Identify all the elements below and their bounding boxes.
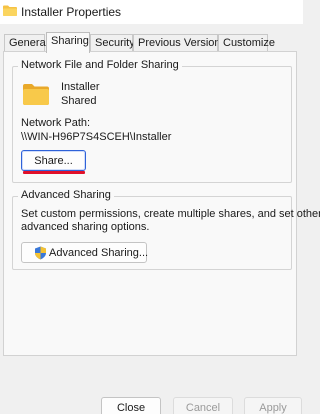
network-path-value: \\WIN-H96P7S4SCEH\Installer xyxy=(21,131,172,143)
advanced-sharing-description-line2: advanced sharing options. xyxy=(21,221,150,233)
advanced-sharing-legend: Advanced Sharing xyxy=(18,189,114,201)
window-title: Installer Properties xyxy=(21,5,122,19)
network-sharing-legend: Network File and Folder Sharing xyxy=(18,59,182,71)
advanced-sharing-description-line1: Set custom permissions, create multiple … xyxy=(21,208,320,220)
shared-folder-status: Shared xyxy=(61,95,97,107)
folder-icon xyxy=(3,5,17,16)
cancel-button[interactable]: Cancel xyxy=(173,397,233,414)
share-button[interactable]: Share... xyxy=(21,150,86,171)
close-button[interactable]: Close xyxy=(101,397,161,414)
tab-general[interactable]: General xyxy=(4,34,48,52)
tab-security[interactable]: Security xyxy=(90,34,135,52)
advanced-sharing-button[interactable]: Advanced Sharing... xyxy=(21,242,149,263)
annotation-underline xyxy=(23,171,85,174)
tab-strip: General Sharing Security Previous Versio… xyxy=(0,32,303,53)
tab-previous-versions[interactable]: Previous Versions xyxy=(133,34,226,52)
advanced-sharing-button-label: Advanced Sharing... xyxy=(49,246,149,259)
network-path-label: Network Path: xyxy=(21,117,91,129)
title-bar: Installer Properties xyxy=(0,0,303,24)
tab-customize[interactable]: Customize xyxy=(218,34,275,52)
apply-button[interactable]: Apply xyxy=(244,397,302,414)
shared-folder-name: Installer xyxy=(61,81,100,93)
folder-icon xyxy=(23,83,49,105)
uac-shield-icon xyxy=(34,246,47,260)
tab-sharing[interactable]: Sharing xyxy=(46,32,90,53)
